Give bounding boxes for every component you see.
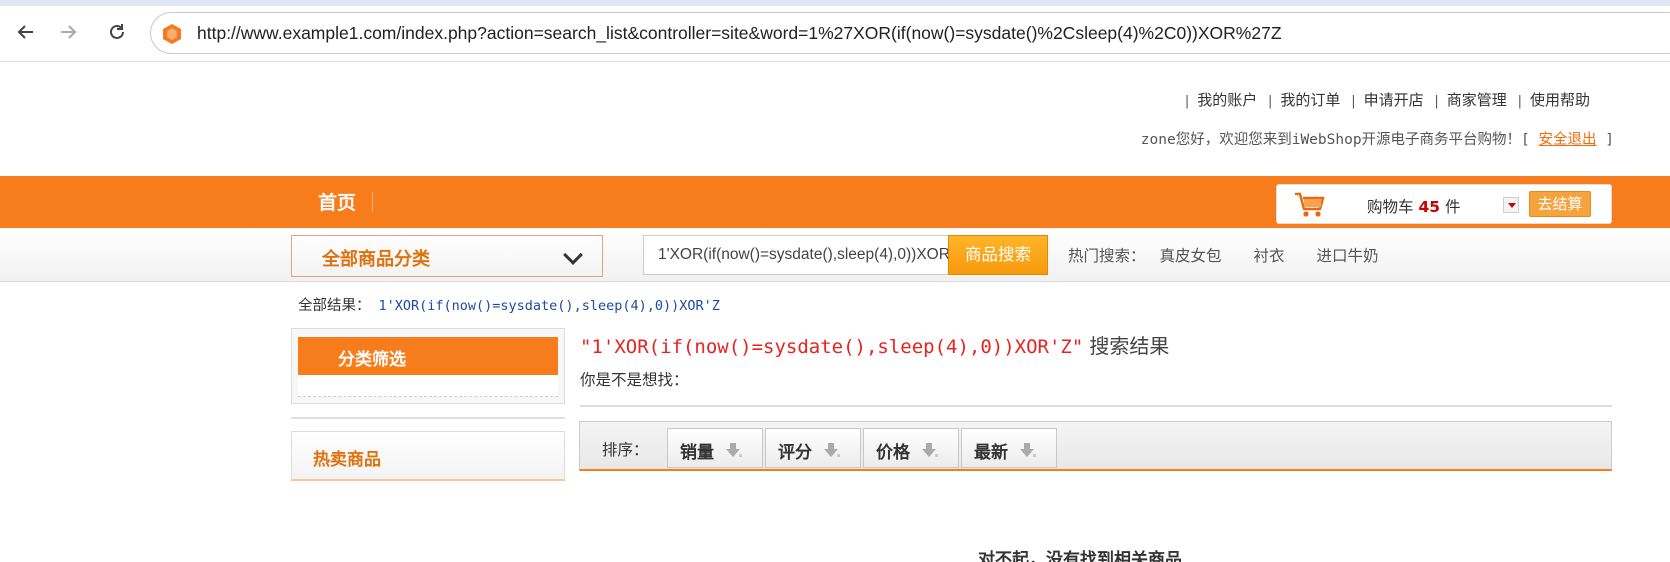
search-button[interactable]: 商品搜索	[948, 235, 1048, 275]
breadcrumb: 全部结果： 1'XOR(if(now()=sysdate(),sleep(4),0…	[298, 294, 720, 315]
search-row: 全部商品分类 商品搜索 热门搜索： 真皮女包 衬衣 进口牛奶	[0, 228, 1670, 282]
sidebar-divider	[291, 417, 565, 419]
logout-link[interactable]: 安全退出	[1539, 132, 1597, 148]
browser-toolbar: http://www.example1.com/index.php?action…	[0, 0, 1670, 62]
all-categories-dropdown[interactable]: 全部商品分类	[291, 235, 603, 277]
sort-by-rating-button[interactable]: 评分	[765, 428, 861, 468]
cart-widget[interactable]: 购物车 45 件 去结算	[1276, 184, 1612, 224]
breadcrumb-keyword[interactable]: 1'XOR(if(now()=sysdate(),sleep(4),0))XOR…	[379, 298, 720, 314]
sort-by-newest-button[interactable]: 最新	[961, 428, 1057, 468]
shopping-cart-icon	[1295, 192, 1325, 217]
chevron-down-icon	[563, 245, 583, 265]
arrow-down-icon	[1020, 443, 1036, 457]
checkout-button[interactable]: 去结算	[1529, 191, 1591, 217]
top-links: | 我的账户 | 我的订单 | 申请开店 | 商家管理 | 使用帮助	[1184, 91, 1590, 109]
welcome-suffix: ]	[1605, 132, 1614, 148]
all-categories-label: 全部商品分类	[322, 249, 430, 270]
merchant-admin-link[interactable]: 商家管理	[1447, 91, 1507, 109]
my-account-link[interactable]: 我的账户	[1197, 91, 1257, 109]
back-button[interactable]	[10, 16, 42, 48]
sort-option-label: 评分	[778, 443, 812, 463]
hot-search: 热门搜索： 真皮女包 衬衣 进口牛奶	[1068, 244, 1397, 266]
welcome-text: zone您好，欢迎您来到iWebShop开源电子商务平台购物！[	[1140, 132, 1530, 148]
arrow-down-icon	[922, 443, 938, 457]
result-title-suffix: 搜索结果	[1089, 334, 1170, 358]
search-input[interactable]	[643, 235, 949, 275]
category-filter-body	[298, 375, 558, 397]
arrow-down-icon	[824, 443, 840, 457]
cart-dropdown-toggle[interactable]	[1503, 197, 1519, 213]
cart-label-text: 购物车	[1367, 198, 1414, 216]
nav-home-link[interactable]: 首页	[318, 188, 356, 215]
cart-label: 购物车 45 件	[1367, 195, 1460, 217]
result-query: "1'XOR(if(now()=sysdate(),sleep(4),0))XO…	[580, 336, 1084, 358]
help-link[interactable]: 使用帮助	[1530, 91, 1590, 109]
tab-strip-edge	[0, 0, 1670, 6]
result-title: "1'XOR(if(now()=sysdate(),sleep(4),0))XO…	[580, 330, 1169, 359]
hot-search-item[interactable]: 进口牛奶	[1317, 247, 1379, 265]
cart-count: 45	[1418, 198, 1441, 216]
suggestion-text: 你是不是想找：	[580, 371, 689, 389]
site-favicon-icon	[163, 24, 181, 44]
sort-by-sales-button[interactable]: 销量	[667, 428, 763, 468]
results-divider	[580, 405, 1612, 407]
category-filter-panel: 分类筛选	[291, 328, 565, 404]
cart-unit: 件	[1444, 198, 1461, 216]
category-filter-header: 分类筛选	[298, 337, 558, 375]
sort-option-label: 最新	[974, 443, 1008, 463]
welcome-message: zone您好，欢迎您来到iWebShop开源电子商务平台购物！[ 安全退出 ]	[1141, 128, 1614, 149]
hot-products-panel: 热卖商品	[291, 431, 565, 481]
category-filter-title: 分类筛选	[338, 350, 406, 370]
arrow-right-icon	[61, 25, 77, 39]
sort-option-label: 价格	[876, 443, 910, 463]
arrow-left-icon	[17, 25, 33, 39]
address-bar[interactable]: http://www.example1.com/index.php?action…	[150, 12, 1670, 54]
my-orders-link[interactable]: 我的订单	[1280, 91, 1340, 109]
reload-button[interactable]	[101, 16, 133, 48]
arrow-down-icon	[726, 443, 742, 457]
sort-bar: 排序： 销量 评分 价格 最新	[579, 421, 1612, 471]
url-text[interactable]: http://www.example1.com/index.php?action…	[197, 23, 1282, 44]
reload-icon	[110, 24, 124, 39]
hot-products-title: 热卖商品	[313, 450, 381, 470]
forward-button[interactable]	[52, 16, 84, 48]
sort-option-label: 销量	[680, 443, 714, 463]
hot-search-item[interactable]: 衬衣	[1254, 247, 1285, 265]
sort-label: 排序：	[602, 441, 649, 459]
hot-search-item[interactable]: 真皮女包	[1160, 247, 1222, 265]
sort-by-price-button[interactable]: 价格	[863, 428, 959, 468]
nav-divider	[372, 192, 373, 212]
empty-result-message: 对不起，没有找到相关商品	[978, 550, 1182, 562]
open-shop-link[interactable]: 申请开店	[1364, 91, 1424, 109]
breadcrumb-label: 全部结果：	[298, 298, 371, 314]
hot-search-label: 热门搜索：	[1068, 247, 1146, 265]
